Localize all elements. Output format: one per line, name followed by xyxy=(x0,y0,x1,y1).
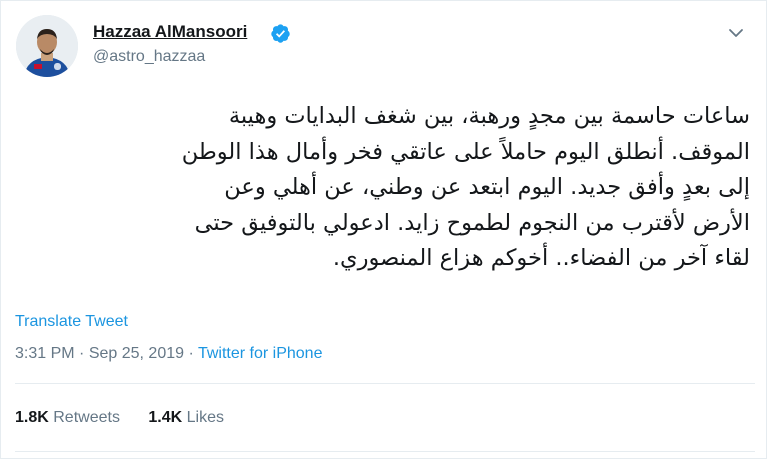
meta-separator: · xyxy=(79,345,85,362)
tweet-text: ساعات حاسمة بين مجدٍ ورهبة، بين شغف البد… xyxy=(181,103,750,271)
chevron-down-icon[interactable] xyxy=(726,23,746,43)
tweet-meta: 3:31 PM · Sep 25, 2019 · Twitter for iPh… xyxy=(15,345,322,363)
avatar[interactable] xyxy=(16,15,78,77)
tweet-source-link[interactable]: Twitter for iPhone xyxy=(198,345,323,362)
tweet-card: Hazzaa AlMansoori @astro_hazzaa ساعات حا… xyxy=(0,0,767,459)
astronaut-photo xyxy=(16,15,78,77)
retweets-stat[interactable]: 1.8K Retweets xyxy=(15,409,124,426)
translate-tweet-link[interactable]: Translate Tweet xyxy=(15,313,128,331)
likes-count: 1.4K xyxy=(148,409,183,426)
meta-separator: · xyxy=(188,345,194,362)
likes-label: Likes xyxy=(186,409,225,426)
divider xyxy=(15,383,755,384)
divider xyxy=(15,451,755,452)
likes-stat[interactable]: 1.4K Likes xyxy=(148,409,224,426)
retweets-label: Retweets xyxy=(53,409,120,426)
retweets-count: 1.8K xyxy=(15,409,49,426)
tweet-time[interactable]: 3:31 PM xyxy=(15,345,75,362)
verified-badge-icon xyxy=(271,24,290,43)
tweet-date[interactable]: Sep 25, 2019 xyxy=(89,345,184,362)
tweet-stats: 1.8K Retweets 1.4K Likes xyxy=(15,409,248,427)
user-handle[interactable]: @astro_hazzaa xyxy=(93,48,205,66)
display-name[interactable]: Hazzaa AlMansoori xyxy=(93,22,247,42)
